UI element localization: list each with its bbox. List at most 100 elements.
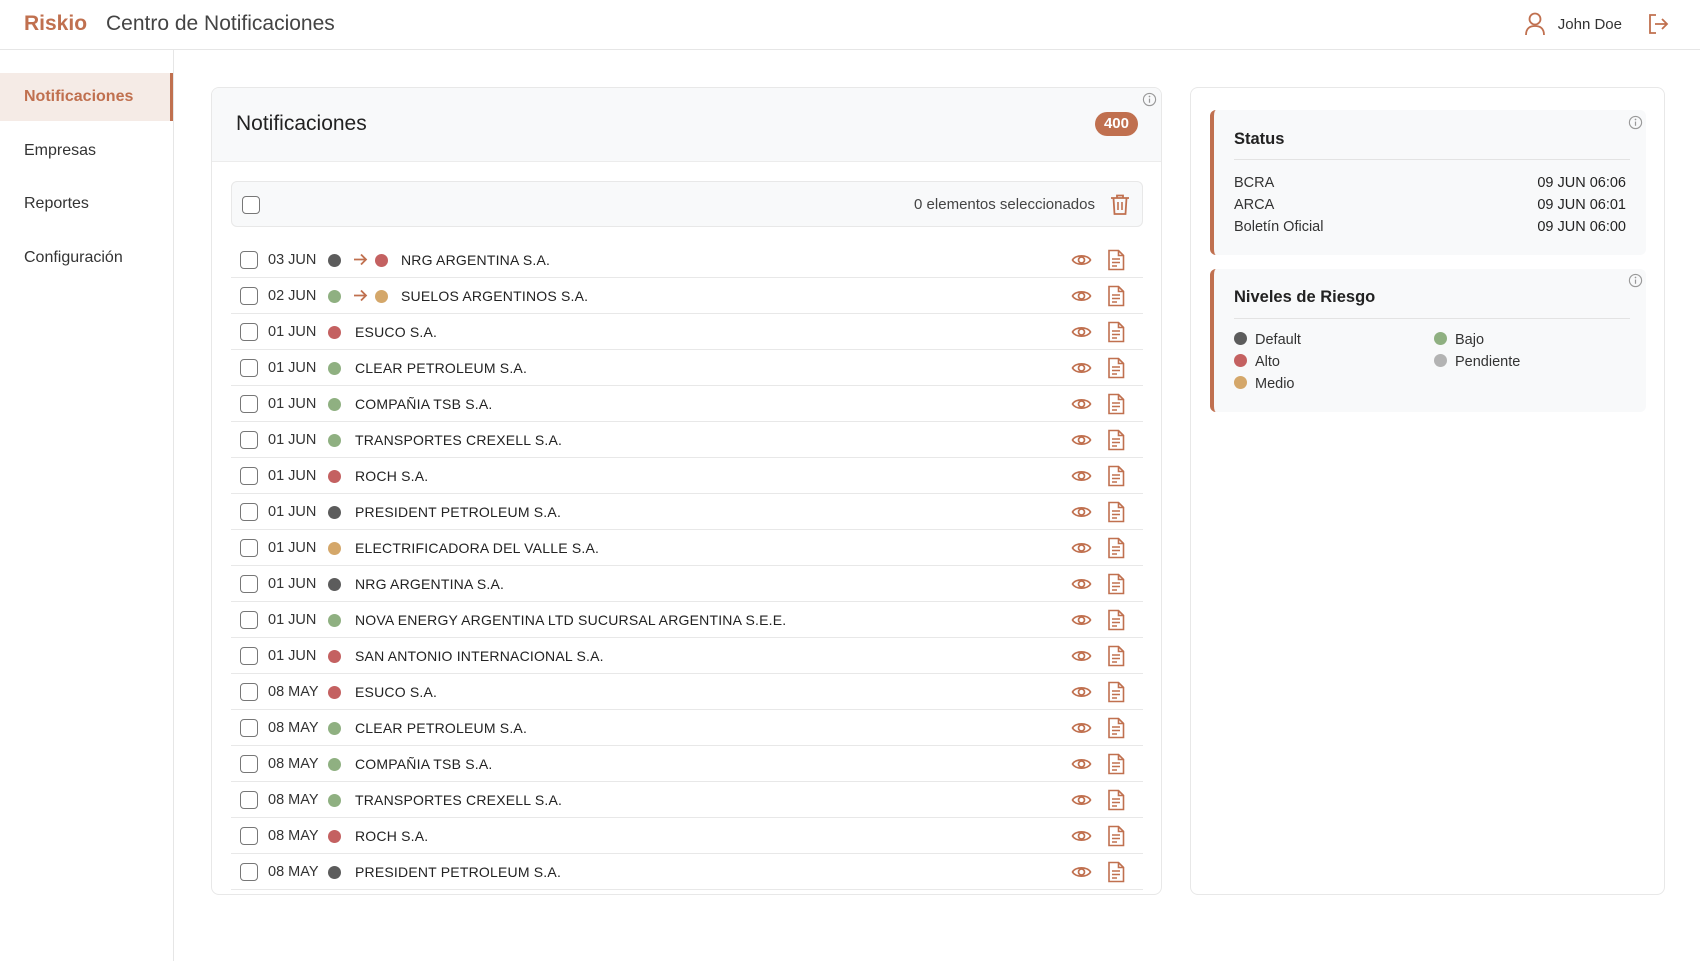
select-all-checkbox[interactable] bbox=[242, 196, 260, 214]
sidebar-item-reportes[interactable]: Reportes bbox=[0, 180, 173, 228]
row-checkbox[interactable] bbox=[240, 395, 258, 413]
row-company[interactable]: TRANSPORTES CREXELL S.A. bbox=[355, 432, 562, 448]
row-company[interactable]: ESUCO S.A. bbox=[355, 324, 437, 340]
row-checkbox[interactable] bbox=[240, 719, 258, 737]
row-company[interactable]: ELECTRIFICADORA DEL VALLE S.A. bbox=[355, 540, 599, 556]
document-icon[interactable] bbox=[1107, 753, 1125, 775]
brand-logo[interactable]: Riskio bbox=[24, 12, 87, 36]
notification-row[interactable]: 01 JUN ROCH S.A. bbox=[231, 458, 1143, 494]
row-checkbox[interactable] bbox=[240, 467, 258, 485]
row-company[interactable]: COMPAÑIA TSB S.A. bbox=[355, 396, 492, 412]
row-company[interactable]: ROCH S.A. bbox=[355, 468, 428, 484]
eye-icon[interactable] bbox=[1071, 646, 1092, 666]
notification-row[interactable]: 01 JUN SAN ANTONIO INTERNACIONAL S.A. bbox=[231, 638, 1143, 674]
row-checkbox[interactable] bbox=[240, 827, 258, 845]
document-icon[interactable] bbox=[1107, 357, 1125, 379]
eye-icon[interactable] bbox=[1071, 358, 1092, 378]
info-icon[interactable] bbox=[1628, 115, 1643, 130]
notification-row[interactable]: 01 JUN ELECTRIFICADORA DEL VALLE S.A. bbox=[231, 530, 1143, 566]
notification-row[interactable]: 01 JUN NRG ARGENTINA S.A. bbox=[231, 566, 1143, 602]
document-icon[interactable] bbox=[1107, 789, 1125, 811]
row-company[interactable]: PRESIDENT PETROLEUM S.A. bbox=[355, 864, 561, 880]
row-company[interactable]: NRG ARGENTINA S.A. bbox=[355, 576, 504, 592]
row-checkbox[interactable] bbox=[240, 287, 258, 305]
logout-icon[interactable] bbox=[1646, 12, 1670, 36]
notification-row[interactable]: 08 MAY CLEAR PETROLEUM S.A. bbox=[231, 710, 1143, 746]
row-checkbox[interactable] bbox=[240, 611, 258, 629]
sidebar-item-configuracion[interactable]: Configuración bbox=[0, 234, 173, 282]
eye-icon[interactable] bbox=[1071, 610, 1092, 630]
notification-row[interactable]: 08 MAY ROCH S.A. bbox=[231, 818, 1143, 854]
row-company[interactable]: TRANSPORTES CREXELL S.A. bbox=[355, 792, 562, 808]
document-icon[interactable] bbox=[1107, 717, 1125, 739]
document-icon[interactable] bbox=[1107, 249, 1125, 271]
row-checkbox[interactable] bbox=[240, 251, 258, 269]
row-company[interactable]: ROCH S.A. bbox=[355, 828, 428, 844]
row-checkbox[interactable] bbox=[240, 683, 258, 701]
eye-icon[interactable] bbox=[1071, 682, 1092, 702]
notification-row[interactable]: 01 JUN PRESIDENT PETROLEUM S.A. bbox=[231, 494, 1143, 530]
eye-icon[interactable] bbox=[1071, 394, 1092, 414]
row-company[interactable]: COMPAÑIA TSB S.A. bbox=[355, 756, 492, 772]
row-company[interactable]: CLEAR PETROLEUM S.A. bbox=[355, 360, 527, 376]
row-checkbox[interactable] bbox=[240, 323, 258, 341]
row-company[interactable]: NRG ARGENTINA S.A. bbox=[401, 252, 550, 268]
eye-icon[interactable] bbox=[1071, 754, 1092, 774]
notification-row[interactable]: 01 JUN NOVA ENERGY ARGENTINA LTD SUCURSAL… bbox=[231, 602, 1143, 638]
row-checkbox[interactable] bbox=[240, 791, 258, 809]
sidebar-item-notificaciones[interactable]: Notificaciones bbox=[0, 73, 173, 121]
row-checkbox[interactable] bbox=[240, 863, 258, 881]
document-icon[interactable] bbox=[1107, 825, 1125, 847]
row-checkbox[interactable] bbox=[240, 503, 258, 521]
eye-icon[interactable] bbox=[1071, 250, 1092, 270]
document-icon[interactable] bbox=[1107, 285, 1125, 307]
eye-icon[interactable] bbox=[1071, 430, 1092, 450]
document-icon[interactable] bbox=[1107, 537, 1125, 559]
eye-icon[interactable] bbox=[1071, 502, 1092, 522]
eye-icon[interactable] bbox=[1071, 466, 1092, 486]
eye-icon[interactable] bbox=[1071, 286, 1092, 306]
document-icon[interactable] bbox=[1107, 321, 1125, 343]
eye-icon[interactable] bbox=[1071, 322, 1092, 342]
eye-icon[interactable] bbox=[1071, 790, 1092, 810]
document-icon[interactable] bbox=[1107, 861, 1125, 883]
eye-icon[interactable] bbox=[1071, 538, 1092, 558]
eye-icon[interactable] bbox=[1071, 718, 1092, 738]
row-checkbox[interactable] bbox=[240, 647, 258, 665]
notification-row[interactable]: 01 JUN COMPAÑIA TSB S.A. bbox=[231, 386, 1143, 422]
notification-row[interactable]: 01 JUN CLEAR PETROLEUM S.A. bbox=[231, 350, 1143, 386]
row-company[interactable]: PRESIDENT PETROLEUM S.A. bbox=[355, 504, 561, 520]
user-icon[interactable] bbox=[1524, 12, 1546, 36]
notification-row[interactable]: 01 JUN TRANSPORTES CREXELL S.A. bbox=[231, 422, 1143, 458]
row-checkbox[interactable] bbox=[240, 575, 258, 593]
document-icon[interactable] bbox=[1107, 393, 1125, 415]
eye-icon[interactable] bbox=[1071, 862, 1092, 882]
row-company[interactable]: SUELOS ARGENTINOS S.A. bbox=[401, 288, 588, 304]
document-icon[interactable] bbox=[1107, 609, 1125, 631]
info-icon[interactable] bbox=[1628, 273, 1643, 288]
notification-row[interactable]: 03 JUN NRG ARGENTINA S.A. bbox=[231, 242, 1143, 278]
notification-row[interactable]: 08 MAY COMPAÑIA TSB S.A. bbox=[231, 746, 1143, 782]
document-icon[interactable] bbox=[1107, 429, 1125, 451]
notification-row[interactable]: 01 JUN ESUCO S.A. bbox=[231, 314, 1143, 350]
row-company[interactable]: NOVA ENERGY ARGENTINA LTD SUCURSAL ARGEN… bbox=[355, 612, 786, 628]
eye-icon[interactable] bbox=[1071, 826, 1092, 846]
document-icon[interactable] bbox=[1107, 465, 1125, 487]
document-icon[interactable] bbox=[1107, 681, 1125, 703]
row-checkbox[interactable] bbox=[240, 431, 258, 449]
notification-row[interactable]: 08 MAY TRANSPORTES CREXELL S.A. bbox=[231, 782, 1143, 818]
row-checkbox[interactable] bbox=[240, 755, 258, 773]
user-name[interactable]: John Doe bbox=[1558, 16, 1622, 33]
trash-icon[interactable] bbox=[1109, 193, 1131, 216]
document-icon[interactable] bbox=[1107, 573, 1125, 595]
row-checkbox[interactable] bbox=[240, 539, 258, 557]
notification-row[interactable]: 08 MAY ESUCO S.A. bbox=[231, 674, 1143, 710]
row-company[interactable]: CLEAR PETROLEUM S.A. bbox=[355, 720, 527, 736]
row-company[interactable]: SAN ANTONIO INTERNACIONAL S.A. bbox=[355, 648, 604, 664]
notification-row[interactable]: 02 JUN SUELOS ARGENTINOS S.A. bbox=[231, 278, 1143, 314]
row-company[interactable]: ESUCO S.A. bbox=[355, 684, 437, 700]
document-icon[interactable] bbox=[1107, 501, 1125, 523]
info-icon[interactable] bbox=[1142, 92, 1157, 107]
notification-row[interactable]: 08 MAY PRESIDENT PETROLEUM S.A. bbox=[231, 854, 1143, 890]
sidebar-item-empresas[interactable]: Empresas bbox=[0, 127, 173, 175]
